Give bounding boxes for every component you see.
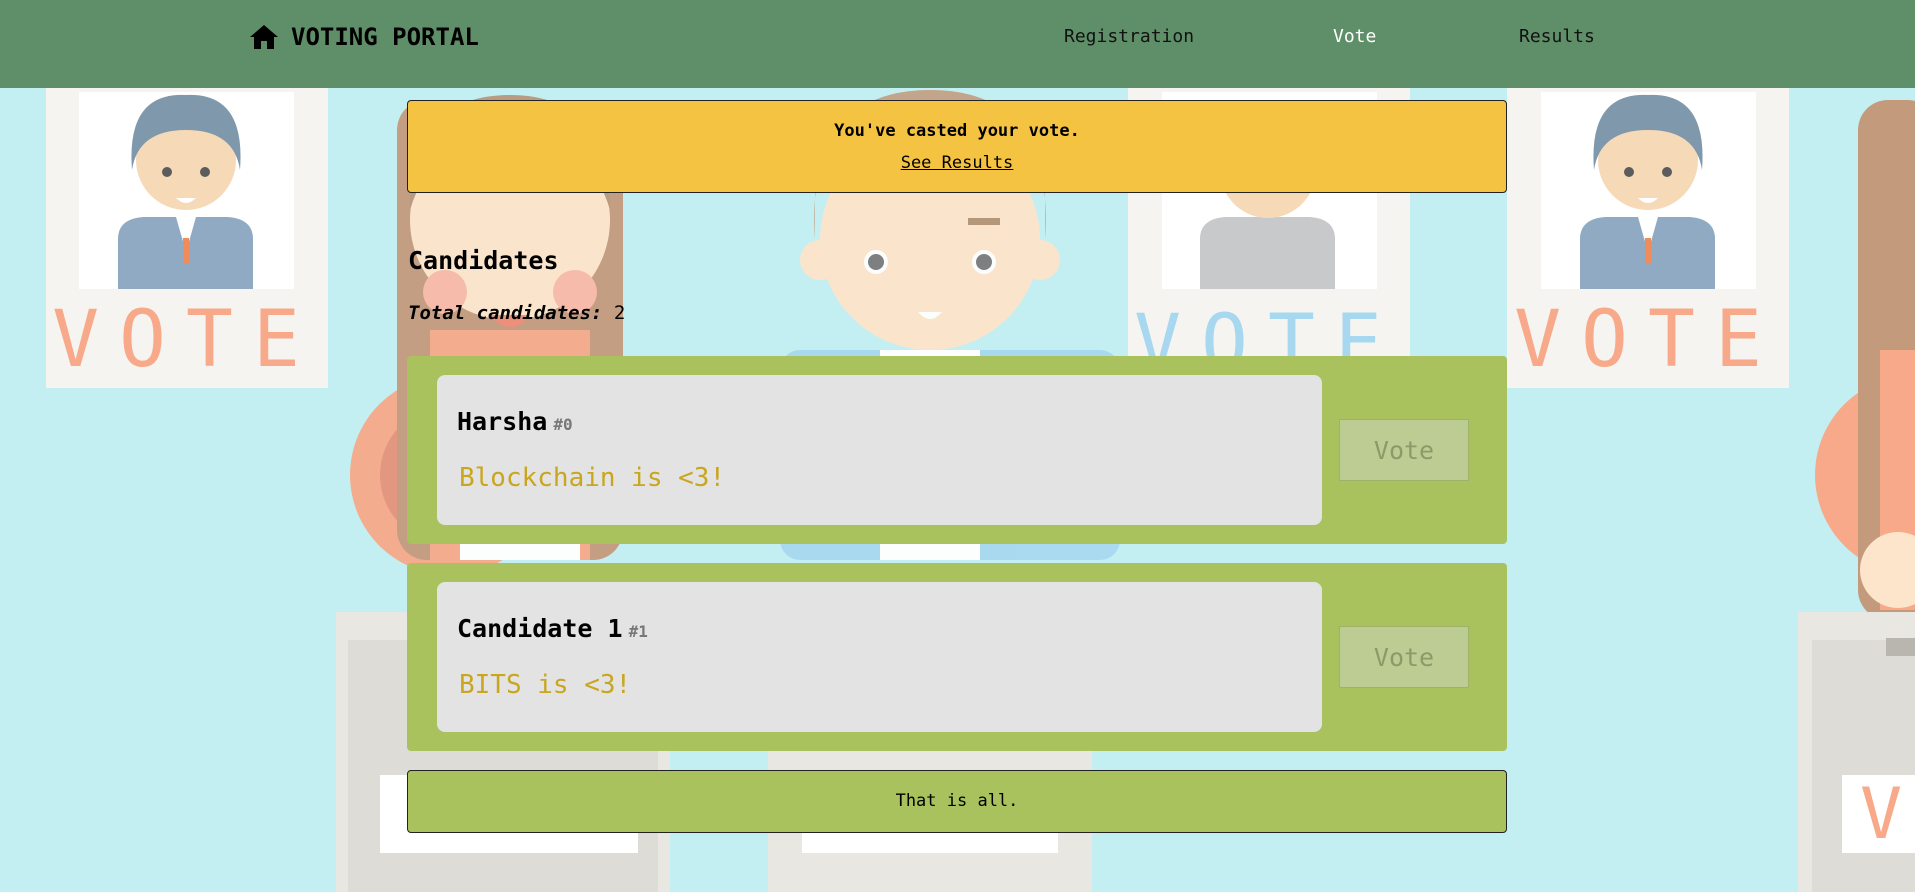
candidate-description: BITS is <3! <box>459 670 632 700</box>
total-candidates: Total candidates: 2 <box>408 302 625 324</box>
candidates-heading: Candidates <box>408 246 559 275</box>
home-icon <box>250 25 278 49</box>
top-navbar: VOTING PORTAL Registration Vote Results <box>0 0 1915 88</box>
notice-message: You've casted your vote. <box>834 121 1080 141</box>
brand-link[interactable]: VOTING PORTAL <box>249 22 479 52</box>
poster-text: VOTE <box>52 295 320 385</box>
candidate-name: Candidate 1 <box>457 614 623 643</box>
candidate-card: Harsha #0 Blockchain is <3! <box>437 375 1322 525</box>
vote-poster-left: VOTE <box>46 88 328 388</box>
nav-link-results[interactable]: Results <box>1519 26 1595 47</box>
candidate-row: Harsha #0 Blockchain is <3! Vote <box>407 356 1507 544</box>
vote-poster-right: VOTE <box>1507 88 1789 388</box>
vote-button[interactable]: Vote <box>1339 626 1469 688</box>
candidate-row: Candidate 1 #1 BITS is <3! Vote <box>407 563 1507 751</box>
svg-text:V: V <box>1860 773 1902 855</box>
nav-link-vote[interactable]: Vote <box>1333 26 1376 47</box>
vote-button[interactable]: Vote <box>1339 419 1469 481</box>
see-results-link[interactable]: See Results <box>901 153 1014 173</box>
candidate-card: Candidate 1 #1 BITS is <3! <box>437 582 1322 732</box>
brand-title: VOTING PORTAL <box>291 23 479 51</box>
vote-cast-notice: You've casted your vote. See Results <box>407 100 1507 193</box>
nav-link-registration[interactable]: Registration <box>1064 26 1194 47</box>
candidate-id: #1 <box>628 622 648 641</box>
candidate-description: Blockchain is <3! <box>459 463 726 493</box>
svg-text:VOTE: VOTE <box>1514 295 1782 385</box>
end-of-list-note: That is all. <box>407 770 1507 833</box>
candidate-name: Harsha <box>457 407 548 436</box>
candidate-id: #0 <box>553 415 573 434</box>
total-candidates-label: Total candidates: <box>408 302 603 324</box>
girl-figure-right <box>1815 100 1915 620</box>
total-candidates-count: 2 <box>613 302 626 324</box>
